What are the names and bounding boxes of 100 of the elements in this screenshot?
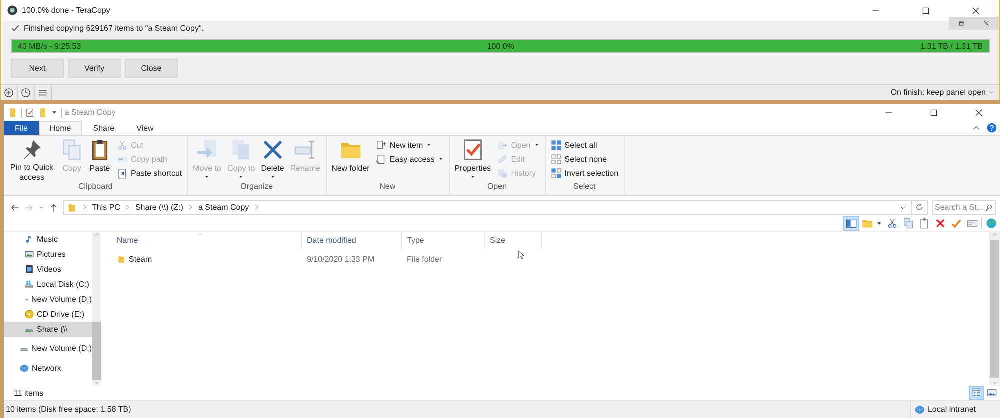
dropdown-caret-icon[interactable] — [876, 220, 883, 227]
nav-item[interactable]: New Volume (D:) — [4, 341, 92, 356]
nav-item[interactable]: New Volume (D:) — [4, 292, 92, 307]
column-header[interactable]: Size — [485, 232, 542, 249]
chevron-right-icon — [124, 204, 132, 211]
menu-icon[interactable] — [38, 88, 48, 98]
nav-item[interactable]: Pictures — [4, 247, 92, 262]
chevron-right-icon — [81, 204, 88, 211]
scroll-up-icon — [992, 232, 998, 238]
properties-icon[interactable] — [25, 108, 35, 118]
nav-item[interactable]: Share (\\ — [4, 322, 92, 337]
up-icon[interactable] — [49, 202, 59, 212]
ribbon-button[interactable]: Delete — [259, 139, 286, 182]
clipboard-icon — [918, 218, 930, 229]
ribbon-button[interactable]: New folder — [330, 139, 372, 182]
nav-item[interactable]: Local Disk (C:) — [4, 277, 92, 292]
folder-icon — [8, 108, 18, 118]
action-button[interactable]: Verify — [68, 59, 121, 78]
column-header[interactable]: Type — [402, 232, 485, 249]
nav-item[interactable]: CD Drive (E:) — [4, 307, 92, 322]
dropdown-caret-icon — [426, 142, 432, 148]
column-header[interactable]: Name — [109, 232, 302, 249]
view-button[interactable] — [970, 387, 983, 399]
group-label: Clipboard — [77, 182, 114, 193]
ribbon-button[interactable]: Paste — [87, 139, 113, 182]
status-text: 10 items (Disk free space: 1.58 TB) — [6, 405, 132, 414]
breadcrumb[interactable]: This PC — [92, 203, 120, 212]
ribbon-button[interactable]: Paste shortcut — [117, 167, 182, 179]
ribbon-tab[interactable]: Home — [38, 121, 82, 135]
search-field[interactable]: Search a St... — [932, 200, 996, 215]
dropdown-caret-icon — [204, 174, 210, 180]
ribbon-tab[interactable]: Share — [82, 121, 126, 135]
chevron-down-icon — [988, 89, 995, 96]
transfer-speed: 40 MB/s - 9:25:53 — [18, 42, 82, 50]
x-icon — [934, 218, 946, 229]
zone-label: Local intranet — [928, 405, 976, 414]
window-title: 100.0% done - TeraCopy — [22, 6, 110, 15]
properties-icon — [462, 139, 484, 161]
copy-icon — [902, 218, 914, 229]
ribbon-tab[interactable]: View — [126, 121, 165, 135]
maximize-icon[interactable] — [921, 6, 931, 16]
nav-item[interactable]: Network — [4, 361, 92, 376]
history-icon — [497, 168, 508, 178]
view-button[interactable] — [985, 387, 998, 399]
action-button[interactable]: Close — [125, 59, 178, 78]
chevron-right-icon — [253, 204, 260, 211]
file-name: Steam — [129, 255, 152, 264]
ribbon-button[interactable]: New item — [376, 139, 444, 151]
ribbon-button[interactable]: Easy access — [376, 153, 444, 165]
toolbar-button[interactable] — [984, 217, 998, 230]
videos-icon — [25, 265, 34, 274]
dropdown-caret-icon[interactable] — [51, 109, 58, 116]
action-button[interactable]: Next — [11, 59, 64, 78]
toolbar-button[interactable] — [949, 217, 963, 230]
copy-icon — [61, 139, 83, 161]
help-icon[interactable] — [987, 123, 997, 133]
folder-icon — [862, 218, 872, 229]
group-label: Organize — [240, 182, 274, 193]
restore-button[interactable] — [949, 17, 974, 30]
toolbar-button[interactable] — [901, 217, 915, 230]
history-icon[interactable] — [21, 88, 31, 98]
ribbon-button[interactable]: Invert selection — [550, 167, 619, 179]
back-icon[interactable] — [10, 202, 20, 212]
open-icon — [497, 140, 508, 150]
file-menu-button[interactable]: File — [4, 121, 39, 135]
ribbon-button[interactable]: Pin to Quick access — [7, 139, 57, 182]
scroll-down-icon — [992, 380, 998, 386]
paste-shortcut-icon — [117, 168, 128, 178]
restore-icon — [957, 19, 966, 28]
maximize-icon[interactable] — [929, 108, 939, 118]
breadcrumb[interactable]: a Steam Copy — [198, 203, 250, 212]
address-bar[interactable]: This PC Share (\\) (Z:) a Steam Copy — [63, 200, 928, 215]
globe-icon — [986, 218, 996, 229]
progress-percent: 100.0% — [487, 42, 514, 50]
breadcrumb[interactable]: Share (\\) (Z:) — [135, 203, 184, 212]
group-label: Open — [486, 182, 508, 193]
scrollbar[interactable] — [92, 232, 101, 386]
column-header[interactable]: Date modified — [302, 232, 402, 249]
dropdown-caret-icon — [534, 142, 540, 148]
file-row[interactable]: Steam 9/10/2020 1:33 PM File folder — [109, 252, 989, 267]
nav-item[interactable]: Music — [4, 232, 92, 247]
ribbon-button[interactable]: Properties — [452, 139, 494, 182]
transfer-size: 1.31 TB / 1.31 TB — [920, 42, 983, 50]
network-icon — [20, 364, 29, 373]
ribbon-button[interactable]: Select all — [550, 139, 619, 151]
close-icon[interactable] — [971, 6, 981, 16]
recent-locations-icon[interactable] — [38, 204, 45, 211]
pencil-icon — [497, 154, 508, 164]
document-icon — [376, 154, 387, 164]
nav-item[interactable]: Videos — [4, 262, 92, 277]
toolbar-button[interactable] — [844, 217, 858, 230]
scrollbar[interactable] — [989, 232, 1000, 386]
search-icon — [985, 204, 993, 212]
on-finish-dropdown[interactable]: On finish: keep panel open — [890, 88, 999, 97]
add-icon[interactable] — [4, 88, 14, 98]
close-icon[interactable] — [974, 108, 984, 118]
collapse-ribbon-icon[interactable] — [972, 124, 981, 132]
ribbon-button[interactable]: Select none — [550, 153, 619, 165]
refresh-icon — [915, 203, 924, 212]
group-label: New — [378, 182, 397, 193]
